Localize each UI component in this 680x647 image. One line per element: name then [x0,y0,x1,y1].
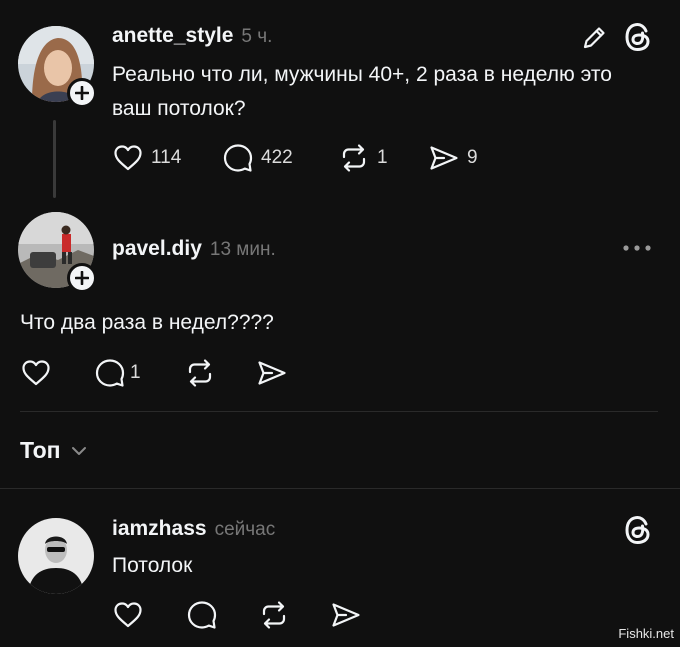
comment-button[interactable]: 1 [94,357,141,389]
edit-button[interactable] [580,24,608,57]
share-button[interactable]: 9 [428,142,478,174]
share-button[interactable] [256,357,288,389]
more-dots-icon [623,245,651,251]
watermark: Fishki.net [618,626,674,641]
threads-logo[interactable] [622,21,654,58]
comment-count: 1 [130,362,141,383]
repost-icon [342,144,366,172]
sort-dropdown[interactable]: Топ [20,437,89,464]
heart-icon [22,360,50,386]
like-button[interactable]: 114 [112,142,181,174]
comment-button[interactable]: 422 [222,142,293,174]
heart-icon [114,602,142,628]
post-text: Реально что ли, мужчины 40+, 2 раза в не… [112,63,612,120]
repost-button[interactable] [184,357,216,389]
follow-button-anette[interactable] [67,78,97,108]
comment-button[interactable] [186,599,218,631]
divider [0,488,680,489]
avatar-iamzhass[interactable] [18,518,94,594]
threads-logo-icon [625,23,650,51]
thread-line [53,120,56,198]
username-pavel.diy[interactable]: pavel.diy [112,237,202,260]
repost-icon [188,359,212,387]
like-count: 114 [151,147,182,168]
plus-icon [75,271,89,285]
username-anette_style[interactable]: anette_style [112,24,233,47]
plus-icon [75,86,89,100]
share-button[interactable] [330,599,362,631]
comment-header: iamzhass сейчас [112,517,275,541]
divider [20,411,658,412]
reply-time: 13 мин. [209,239,276,260]
username-iamzhass[interactable]: iamzhass [112,517,207,540]
follow-button-pavel[interactable] [67,263,97,293]
repost-button[interactable] [258,599,290,631]
send-icon [430,146,458,170]
comment-count: 422 [261,147,293,168]
repost-icon [262,601,286,629]
like-button[interactable] [20,357,52,389]
like-button[interactable] [112,599,144,631]
share-count: 9 [467,147,478,168]
reply-header: pavel.diy 13 мин. [112,237,276,261]
repost-button[interactable]: 1 [338,142,388,174]
sort-label: Топ [20,437,61,463]
speech-bubble-icon [223,144,253,172]
send-icon [332,603,360,627]
post-time: 5 ч. [241,26,273,47]
speech-bubble-icon [187,601,217,629]
chevron-down-icon [71,446,86,455]
send-icon [258,361,286,385]
repost-count: 1 [377,147,388,168]
comment-time: сейчас [214,519,276,540]
threads-logo[interactable] [622,514,654,551]
pencil-icon [583,27,605,49]
threads-logo-icon [625,516,650,544]
heart-icon [114,145,142,171]
comment-text: Потолок [112,554,193,577]
more-options-button[interactable] [620,238,654,263]
reply-text: Что два раза в недел???? [20,311,274,334]
post-header: anette_style 5 ч. [112,24,272,48]
speech-bubble-icon [95,359,125,387]
